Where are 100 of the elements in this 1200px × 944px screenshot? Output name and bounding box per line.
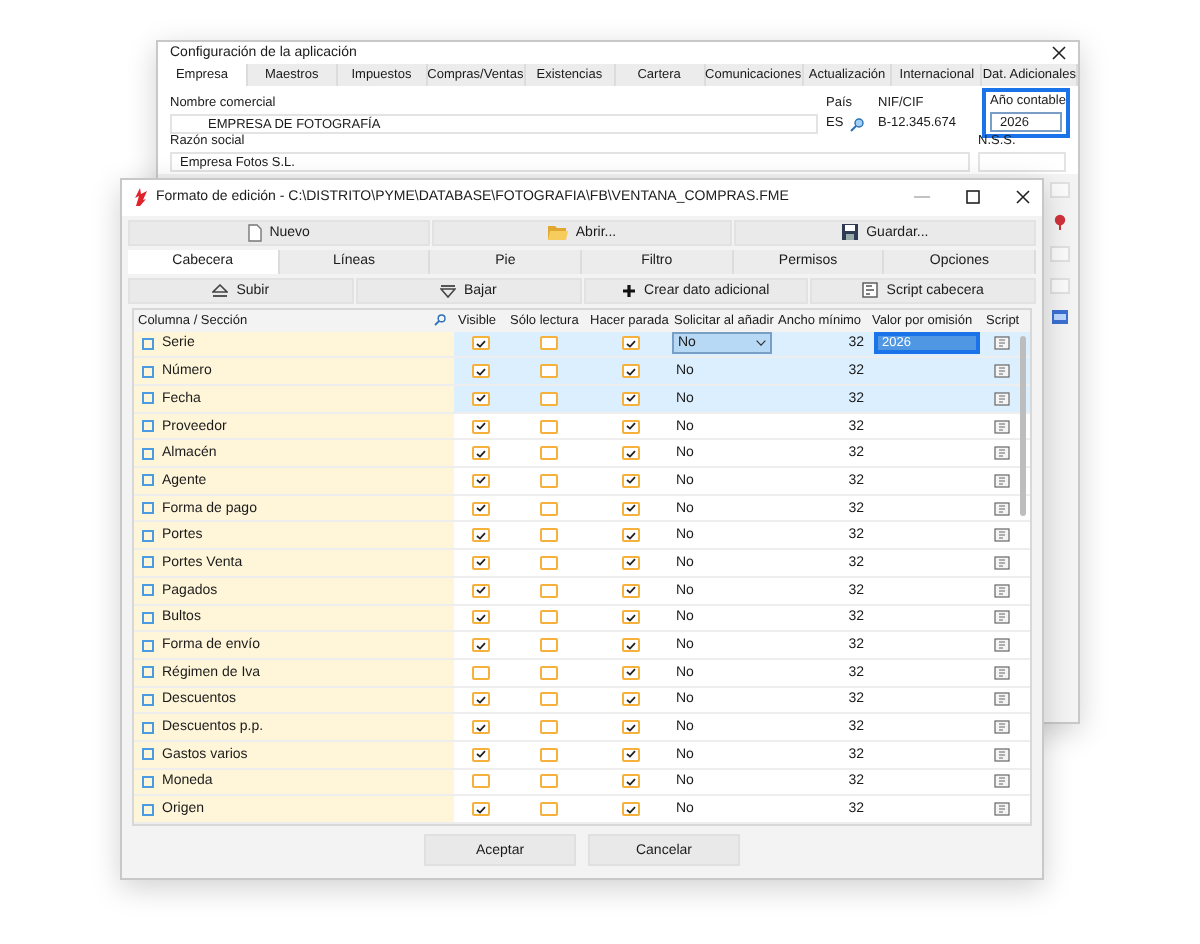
scrollbar[interactable] (1020, 335, 1026, 516)
checkbox[interactable] (621, 638, 639, 653)
script-icon[interactable] (994, 720, 1010, 735)
search-icon[interactable] (849, 117, 864, 131)
checkbox[interactable] (472, 446, 490, 461)
pin-icon[interactable] (1054, 214, 1066, 230)
checkbox[interactable] (472, 665, 490, 680)
script-icon (862, 282, 879, 299)
checkbox[interactable] (621, 391, 639, 406)
checkbox[interactable] (539, 446, 557, 461)
checkbox[interactable] (539, 802, 557, 817)
checkbox[interactable] (621, 802, 639, 817)
checkbox[interactable] (621, 747, 639, 762)
script-icon[interactable] (994, 747, 1010, 762)
script-icon[interactable] (994, 528, 1010, 543)
checkbox[interactable] (621, 774, 639, 789)
checkbox[interactable] (621, 692, 639, 707)
square-icon (142, 529, 154, 542)
checkbox[interactable] (539, 501, 557, 516)
square-icon (142, 447, 154, 460)
checkbox[interactable] (621, 528, 639, 543)
checkbox[interactable] (472, 336, 490, 351)
checkbox[interactable] (539, 583, 557, 598)
script-icon[interactable] (994, 774, 1010, 789)
script-icon[interactable] (994, 419, 1010, 434)
checkbox[interactable] (539, 665, 557, 680)
flame-icon (134, 188, 148, 207)
checkbox[interactable] (621, 583, 639, 598)
script-icon[interactable] (994, 555, 1010, 570)
script-icon[interactable] (994, 364, 1010, 379)
checkbox[interactable] (472, 473, 490, 488)
square-icon (142, 556, 154, 569)
checkbox[interactable] (539, 774, 557, 789)
square-icon (142, 502, 154, 515)
checkbox[interactable] (472, 528, 490, 543)
maximize-icon[interactable] (966, 190, 980, 205)
checkbox[interactable] (539, 391, 557, 406)
checkbox[interactable] (472, 391, 490, 406)
checkbox[interactable] (472, 583, 490, 598)
square-icon (142, 474, 154, 487)
script-icon[interactable] (994, 446, 1010, 461)
script-icon[interactable] (994, 692, 1010, 707)
checkbox[interactable] (472, 774, 490, 789)
triangle-down-icon (439, 283, 456, 298)
checkbox[interactable] (539, 419, 557, 434)
checkbox[interactable] (472, 419, 490, 434)
checkbox[interactable] (621, 665, 639, 680)
script-icon[interactable] (994, 391, 1010, 406)
checkbox[interactable] (472, 692, 490, 707)
checkbox[interactable] (472, 747, 490, 762)
eject-icon (212, 283, 229, 298)
checkbox[interactable] (472, 501, 490, 516)
checkbox[interactable] (539, 747, 557, 762)
checkbox[interactable] (621, 501, 639, 516)
checkbox[interactable] (621, 364, 639, 379)
checkbox[interactable] (621, 473, 639, 488)
checkbox[interactable] (472, 364, 490, 379)
checkbox[interactable] (621, 336, 639, 351)
square-icon (142, 803, 154, 816)
checkbox[interactable] (472, 638, 490, 653)
card-icon[interactable] (1052, 310, 1068, 324)
checkbox[interactable] (472, 555, 490, 570)
close-icon[interactable] (1016, 190, 1030, 205)
chevron-down-icon (756, 340, 766, 347)
checkbox[interactable] (621, 419, 639, 434)
square-icon (142, 584, 154, 597)
checkbox[interactable] (539, 336, 557, 351)
checkbox[interactable] (621, 446, 639, 461)
script-icon[interactable] (994, 638, 1010, 653)
checkbox[interactable] (472, 720, 490, 735)
script-icon[interactable] (994, 610, 1010, 625)
square-icon (142, 666, 154, 679)
checkbox[interactable] (621, 555, 639, 570)
checkbox[interactable] (472, 802, 490, 817)
checkbox[interactable] (539, 720, 557, 735)
close-icon[interactable] (1052, 46, 1066, 60)
input-field[interactable] (1050, 182, 1070, 198)
script-icon[interactable] (994, 501, 1010, 516)
checkbox[interactable] (539, 555, 557, 570)
script-icon[interactable] (994, 336, 1010, 351)
checkbox[interactable] (539, 638, 557, 653)
checkbox[interactable] (539, 364, 557, 379)
plus-icon (622, 283, 637, 298)
script-icon[interactable] (994, 583, 1010, 598)
checkbox[interactable] (539, 473, 557, 488)
square-icon (142, 392, 154, 405)
checkbox[interactable] (539, 692, 557, 707)
checkbox[interactable] (539, 528, 557, 543)
script-icon[interactable] (994, 802, 1010, 817)
checkbox[interactable] (621, 720, 639, 735)
input-field[interactable] (978, 152, 1066, 172)
search-icon[interactable] (434, 314, 446, 327)
square-icon (142, 748, 154, 761)
square-icon (142, 721, 154, 734)
script-icon[interactable] (994, 665, 1010, 680)
square-icon (142, 420, 154, 433)
checkbox[interactable] (621, 610, 639, 625)
checkbox[interactable] (539, 610, 557, 625)
checkbox[interactable] (472, 610, 490, 625)
script-icon[interactable] (994, 473, 1010, 488)
